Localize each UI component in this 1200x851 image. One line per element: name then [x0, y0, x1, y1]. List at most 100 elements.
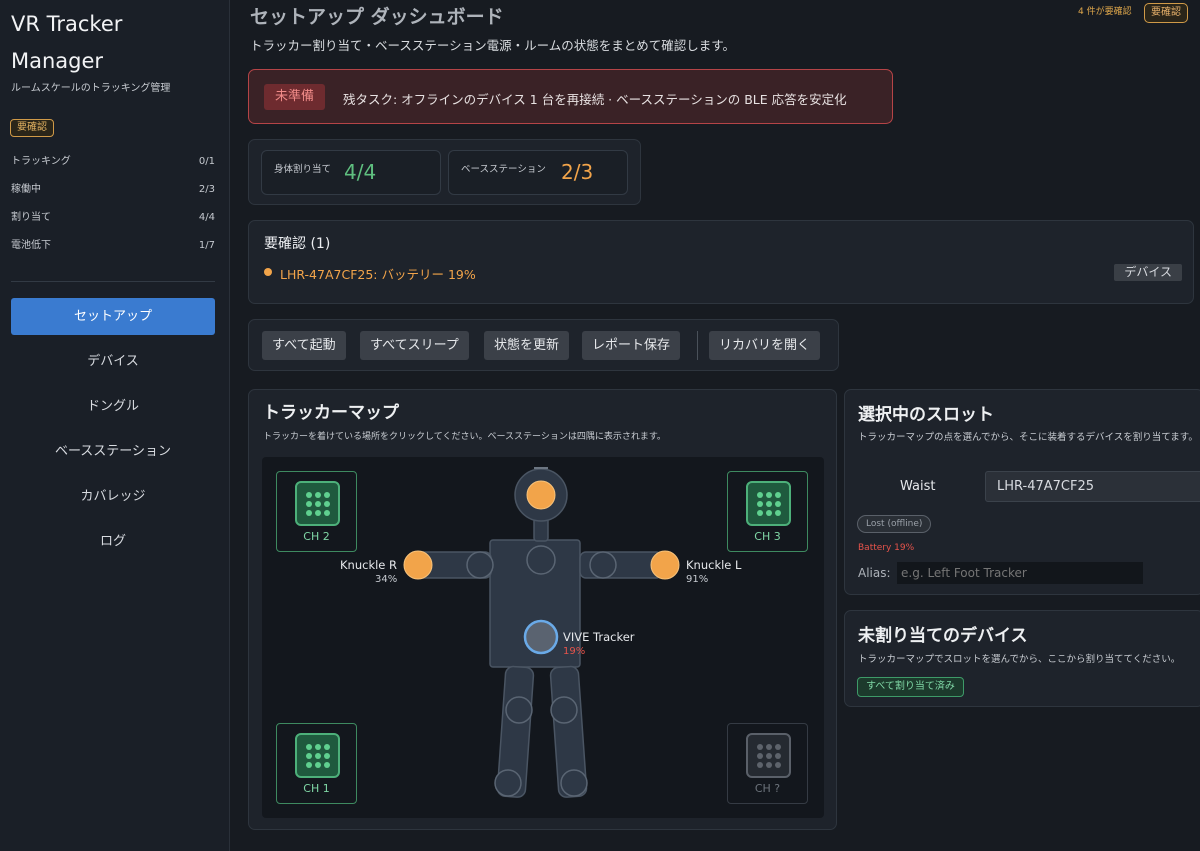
- sidebar-stats: トラッキング 0/1 稼働中 2/3 割り当て 4/4 電池低下 1/7: [11, 153, 215, 265]
- head-tracker-dot[interactable]: [526, 480, 556, 510]
- page-title: セットアップ ダッシュボード: [250, 6, 504, 28]
- knuckle-r-label: Knuckle R: [340, 558, 398, 572]
- selected-slot-desc: トラッカーマップの点を選んでから、そこに装着するデバイスを割り当てます。: [858, 432, 1198, 443]
- tracker-map-title: トラッカーマップ: [263, 403, 399, 423]
- alias-label: Alias:: [858, 566, 891, 580]
- knuckle-r-dot[interactable]: [403, 550, 433, 580]
- stat-label: 電池低下: [11, 240, 51, 251]
- right-knee-slot[interactable]: [505, 696, 533, 724]
- action-toolbar: すべて起動 すべてスリープ 状態を更新 レポート保存 リカバリを開く: [248, 319, 839, 371]
- toolbar-divider: [697, 331, 698, 360]
- sidebar: VR Tracker Manager ルームスケールのトラッキング管理 要確認 …: [0, 0, 230, 851]
- sidebar-item-devices[interactable]: デバイス: [11, 343, 215, 380]
- chest-slot[interactable]: [526, 545, 556, 575]
- vive-tracker-label: VIVE Tracker: [563, 630, 635, 644]
- review-panel: 要確認 (1) LHR-47A7CF25: バッテリー 19% デバイス: [248, 220, 1194, 304]
- stat-label: 稼働中: [11, 184, 41, 195]
- save-report-button[interactable]: レポート保存: [582, 331, 681, 360]
- base-station-ch3[interactable]: CH 3: [727, 471, 808, 552]
- warning-dot-icon: [264, 268, 272, 276]
- unassigned-title: 未割り当てのデバイス: [858, 626, 1028, 646]
- knuckle-l-label: Knuckle L: [686, 558, 742, 572]
- status-badge: 要確認: [10, 119, 54, 137]
- base-station-ch1[interactable]: CH 1: [276, 723, 357, 804]
- stat-value: 1/7: [198, 240, 215, 251]
- knuckle-r-battery: 34%: [375, 574, 398, 585]
- stat-row-assigned: 割り当て 4/4: [11, 209, 215, 237]
- page-subtitle: トラッカー割り当て・ベースステーション電源・ルームの状態をまとめて確認します。: [250, 38, 736, 53]
- base-station-card: ベースステーション 2/3: [448, 150, 628, 195]
- knuckle-l-battery: 91%: [686, 574, 709, 585]
- tracker-map-canvas: CH 2 CH 3 CH 1 CH ? Knuckle R 34% Knuckl…: [262, 457, 824, 818]
- unassigned-devices-panel: 未割り当てのデバイス トラッカーマップでスロットを選んでから、ここから割り当てて…: [844, 610, 1200, 707]
- sleep-all-button[interactable]: すべてスリープ: [360, 331, 469, 360]
- vive-tracker-battery: 19%: [563, 646, 586, 657]
- device-status-pill: Lost (offline): [857, 515, 932, 533]
- sidebar-divider: [11, 281, 215, 282]
- base-station-unknown[interactable]: CH ?: [727, 723, 808, 804]
- base-station-icon: [295, 481, 340, 526]
- left-elbow-slot[interactable]: [589, 551, 617, 579]
- station-label: CH 2: [303, 530, 330, 543]
- station-label: CH 3: [754, 530, 781, 543]
- selected-slot-title: 選択中のスロット: [858, 405, 994, 425]
- selected-slot-panel: 選択中のスロット トラッカーマップの点を選んでから、そこに装着するデバイスを割り…: [844, 389, 1200, 595]
- summary-panel: 身体割り当て 4/4 ベースステーション 2/3: [248, 139, 641, 205]
- waist-slot-selected[interactable]: [523, 619, 559, 655]
- review-count-text: 4 件が要確認: [1078, 7, 1132, 17]
- left-foot-slot[interactable]: [560, 769, 588, 797]
- main-content: セットアップ ダッシュボード トラッカー割り当て・ベースステーション電源・ルーム…: [230, 0, 1200, 851]
- right-elbow-slot[interactable]: [466, 551, 494, 579]
- stat-row-tracking: トラッキング 0/1: [11, 153, 215, 181]
- stat-value: 2/3: [198, 184, 215, 195]
- right-foot-slot[interactable]: [494, 769, 522, 797]
- unassigned-desc: トラッカーマップでスロットを選んでから、ここから割り当ててください。: [858, 654, 1181, 665]
- stat-row-low-battery: 電池低下 1/7: [11, 237, 215, 265]
- sidebar-item-setup[interactable]: セットアップ: [11, 298, 215, 335]
- stat-row-active: 稼働中 2/3: [11, 181, 215, 209]
- app-title: VR Tracker Manager: [11, 12, 123, 73]
- review-title: 要確認 (1): [264, 236, 331, 252]
- alert-text: 残タスク: オフラインのデバイス 1 台を再接続 · ベースステーションの BL…: [343, 92, 847, 107]
- not-ready-alert: 未準備 残タスク: オフラインのデバイス 1 台を再接続 · ベースステーション…: [248, 69, 893, 124]
- review-item[interactable]: LHR-47A7CF25: バッテリー 19%: [280, 264, 476, 283]
- body-assignment-label: 身体割り当て: [274, 164, 332, 175]
- station-label: CH ?: [754, 782, 781, 795]
- device-tag: デバイス: [1114, 264, 1182, 281]
- review-badge[interactable]: 要確認: [1144, 3, 1188, 23]
- refresh-status-button[interactable]: 状態を更新: [484, 331, 570, 360]
- sidebar-item-log[interactable]: ログ: [11, 523, 215, 560]
- base-station-icon: [295, 733, 340, 778]
- base-station-value: 2/3: [561, 160, 594, 184]
- body-assignment-card: 身体割り当て 4/4: [261, 150, 441, 195]
- base-station-label: ベースステーション: [461, 164, 546, 175]
- slot-name: Waist: [900, 479, 936, 494]
- base-station-icon: [746, 733, 791, 778]
- base-station-ch2[interactable]: CH 2: [276, 471, 357, 552]
- app-window: VR Tracker Manager ルームスケールのトラッキング管理 要確認 …: [0, 0, 1200, 851]
- stat-label: トラッキング: [11, 156, 71, 167]
- left-knee-slot[interactable]: [550, 696, 578, 724]
- not-ready-chip: 未準備: [264, 84, 326, 110]
- sidebar-item-base-stations[interactable]: ベースステーション: [11, 433, 215, 470]
- station-label: CH 1: [303, 782, 330, 795]
- stat-value: 0/1: [198, 156, 215, 167]
- knuckle-l-dot[interactable]: [650, 550, 680, 580]
- sidebar-nav: セットアップ デバイス ドングル ベースステーション カバレッジ ログ: [11, 298, 215, 568]
- app-subtitle: ルームスケールのトラッキング管理: [11, 83, 171, 94]
- stat-value: 4/4: [198, 212, 215, 223]
- hmd-marker: [534, 467, 548, 469]
- all-assigned-badge: すべて割り当て済み: [857, 677, 964, 697]
- start-all-button[interactable]: すべて起動: [262, 331, 346, 360]
- open-recovery-button[interactable]: リカバリを開く: [709, 331, 821, 360]
- alias-input[interactable]: [897, 562, 1143, 584]
- battery-warning: Battery 19%: [858, 543, 915, 553]
- sidebar-item-dongles[interactable]: ドングル: [11, 388, 215, 425]
- sidebar-item-coverage[interactable]: カバレッジ: [11, 478, 215, 515]
- device-select[interactable]: LHR-47A7CF25: [985, 471, 1200, 502]
- stat-label: 割り当て: [11, 212, 51, 223]
- tracker-map-panel: トラッカーマップ トラッカーを着けている場所をクリックしてください。ベースステー…: [248, 389, 837, 830]
- base-station-icon: [746, 481, 791, 526]
- body-assignment-value: 4/4: [344, 160, 377, 184]
- tracker-map-subtitle: トラッカーを着けている場所をクリックしてください。ベースステーションは四隅に表示…: [263, 432, 666, 442]
